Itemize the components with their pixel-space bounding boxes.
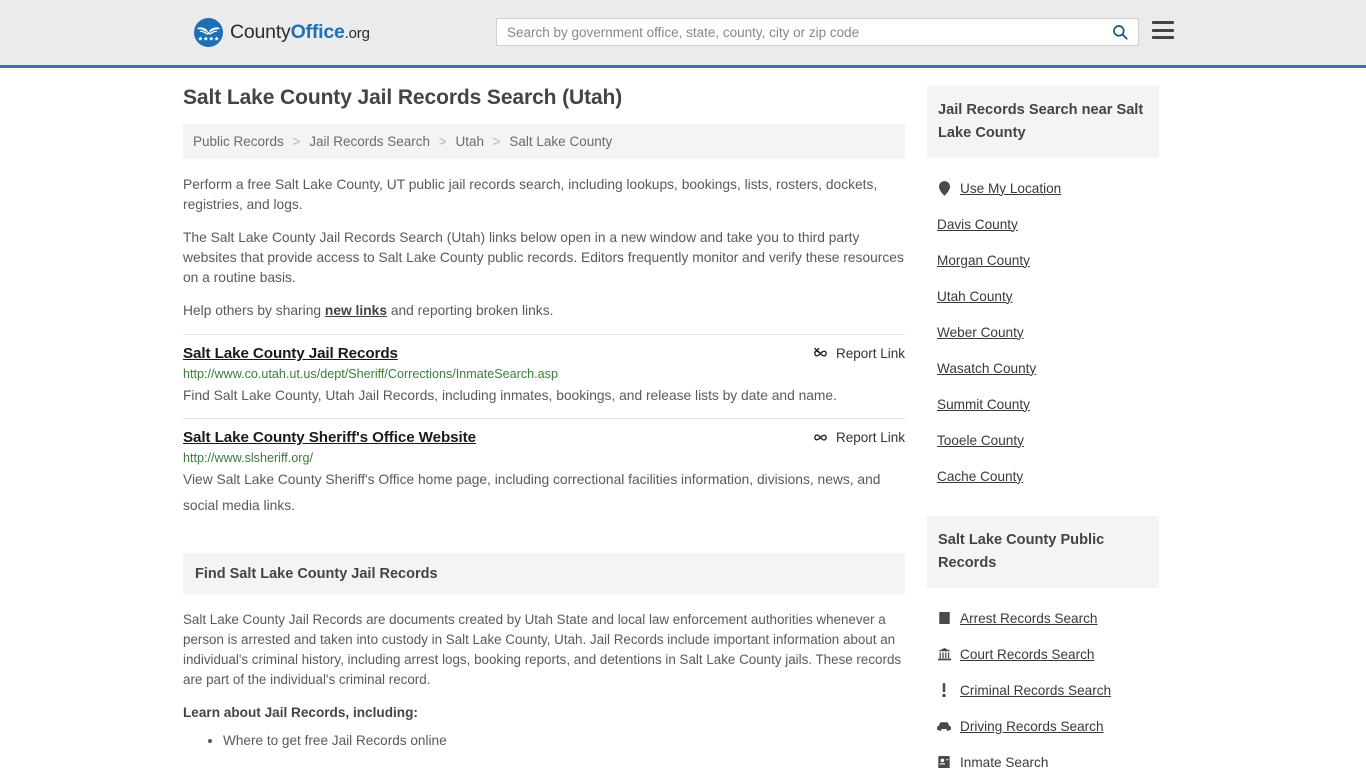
- map-pin-icon: [937, 180, 951, 196]
- search-button[interactable]: [1102, 19, 1138, 45]
- main-content: Salt Lake County Jail Records Search (Ut…: [183, 86, 905, 768]
- sidebar-link-label[interactable]: Davis County: [937, 217, 1018, 232]
- breadcrumb-item-salt-lake-county[interactable]: Salt Lake County: [509, 134, 612, 149]
- result-url: http://www.co.utah.ut.us/dept/Sheriff/Co…: [183, 367, 558, 381]
- sidebar-item-davis-county[interactable]: Davis County: [927, 206, 1159, 242]
- id-card-icon: [937, 755, 951, 768]
- search-input[interactable]: [497, 19, 1102, 45]
- broken-link-icon: [814, 347, 827, 357]
- sidebar-link-label[interactable]: Utah County: [937, 289, 1013, 304]
- report-link-button[interactable]: Report Link: [813, 345, 905, 361]
- sidebar-item-cache-county[interactable]: Cache County: [927, 458, 1159, 494]
- sidebar-link-label[interactable]: Driving Records Search: [960, 719, 1104, 734]
- result-title-link[interactable]: Salt Lake County Jail Records: [183, 345, 398, 362]
- sidebar-near-heading: Jail Records Search near Salt Lake Count…: [927, 86, 1159, 158]
- sidebar-item-morgan-county[interactable]: Morgan County: [927, 242, 1159, 278]
- report-link-button[interactable]: Report Link: [813, 429, 905, 445]
- find-records-section-body: Salt Lake County Jail Records are docume…: [183, 595, 905, 751]
- logo-text-org: .org: [344, 25, 370, 42]
- courthouse-icon: [937, 647, 951, 661]
- sidebar-link-label[interactable]: Court Records Search: [960, 647, 1094, 662]
- search-icon: [1113, 25, 1128, 40]
- hamburger-bar: [1152, 21, 1174, 24]
- learn-about-list: Where to get free Jail Records online: [183, 730, 905, 751]
- page-body: Salt Lake County Jail Records Search (Ut…: [0, 68, 1366, 768]
- share-prefix: Help others by sharing: [183, 303, 325, 318]
- sidebar-link-label[interactable]: Arrest Records Search: [960, 611, 1098, 626]
- sidebar-link-label[interactable]: Cache County: [937, 469, 1023, 484]
- breadcrumb: Public Records > Jail Records Search > U…: [183, 124, 905, 159]
- sidebar-link-label[interactable]: Weber County: [937, 325, 1024, 340]
- site-header: CountyOffice.org: [0, 0, 1366, 68]
- sidebar-near-links: Use My Location Davis County Morgan Coun…: [927, 158, 1159, 494]
- learn-about-heading: Learn about Jail Records, including:: [183, 705, 418, 720]
- broken-link-icon: [814, 434, 827, 441]
- report-link-label: Report Link: [835, 430, 905, 445]
- car-icon: [937, 721, 951, 732]
- sidebar-link-label[interactable]: Wasatch County: [937, 361, 1036, 376]
- page-title: Salt Lake County Jail Records Search (Ut…: [183, 86, 623, 109]
- sidebar-link-label[interactable]: Criminal Records Search: [960, 683, 1111, 698]
- result-item: Salt Lake County Sheriff's Office Websit…: [183, 418, 905, 519]
- logo-text-county: County: [230, 21, 291, 43]
- share-paragraph: Help others by sharing new links and rep…: [183, 301, 905, 321]
- breadcrumb-item-jail-records-search[interactable]: Jail Records Search: [309, 134, 430, 149]
- sidebar-link-label[interactable]: Use My Location: [960, 181, 1061, 196]
- sidebar-item-court-records-search[interactable]: Court Records Search: [927, 636, 1159, 672]
- find-records-section-heading: Find Salt Lake County Jail Records: [183, 553, 905, 595]
- breadcrumb-item-public-records[interactable]: Public Records: [193, 134, 284, 149]
- breadcrumb-separator: >: [492, 134, 501, 149]
- find-records-paragraph: Salt Lake County Jail Records are docume…: [183, 612, 902, 687]
- sidebar-item-summit-county[interactable]: Summit County: [927, 386, 1159, 422]
- sidebar-item-inmate-search[interactable]: Inmate Search: [927, 744, 1159, 768]
- sidebar-link-label[interactable]: Inmate Search: [960, 755, 1048, 768]
- logo-text-office: Office: [290, 21, 345, 43]
- site-logo[interactable]: CountyOffice.org: [194, 18, 370, 47]
- hamburger-bar: [1152, 28, 1174, 32]
- second-paragraph: The Salt Lake County Jail Records Search…: [183, 230, 904, 285]
- breadcrumb-separator: >: [292, 134, 301, 149]
- report-link-label: Report Link: [835, 346, 905, 361]
- sidebar: Jail Records Search near Salt Lake Count…: [927, 86, 1159, 768]
- sidebar-item-criminal-records-search[interactable]: Criminal Records Search: [927, 672, 1159, 708]
- list-item: Where to get free Jail Records online: [223, 730, 905, 751]
- sidebar-item-arrest-records-search[interactable]: Arrest Records Search: [927, 600, 1159, 636]
- sidebar-link-label[interactable]: Tooele County: [937, 433, 1024, 448]
- result-url: http://www.slsheriff.org/: [183, 451, 313, 465]
- breadcrumb-item-utah[interactable]: Utah: [455, 134, 484, 149]
- sidebar-link-label[interactable]: Morgan County: [937, 253, 1030, 268]
- logo-text: CountyOffice.org: [230, 21, 370, 44]
- intro-paragraph: Perform a free Salt Lake County, UT publ…: [183, 177, 878, 212]
- result-description: View Salt Lake County Sheriff's Office h…: [183, 472, 881, 513]
- book-icon: [937, 612, 951, 624]
- exclamation-icon: [937, 683, 951, 697]
- sidebar-item-use-my-location[interactable]: Use My Location: [927, 170, 1159, 206]
- result-header: Salt Lake County Sheriff's Office Websit…: [183, 429, 905, 446]
- sidebar-records-links: Arrest Records Search Court Records Sear…: [927, 588, 1159, 768]
- sidebar-records-heading: Salt Lake County Public Records: [927, 516, 1159, 588]
- result-description: Find Salt Lake County, Utah Jail Records…: [183, 388, 837, 403]
- hamburger-menu-icon[interactable]: [1152, 21, 1174, 39]
- share-suffix: and reporting broken links.: [387, 303, 554, 318]
- new-links-link[interactable]: new links: [325, 303, 387, 318]
- sidebar-item-weber-county[interactable]: Weber County: [927, 314, 1159, 350]
- breadcrumb-separator: >: [438, 134, 447, 149]
- result-item: Salt Lake County Jail Records Report Lin…: [183, 334, 905, 409]
- sidebar-item-driving-records-search[interactable]: Driving Records Search: [927, 708, 1159, 744]
- search-bar: [496, 18, 1139, 46]
- sidebar-item-wasatch-county[interactable]: Wasatch County: [927, 350, 1159, 386]
- hamburger-bar: [1152, 36, 1174, 39]
- sidebar-item-utah-county[interactable]: Utah County: [927, 278, 1159, 314]
- sidebar-item-tooele-county[interactable]: Tooele County: [927, 422, 1159, 458]
- result-title-link[interactable]: Salt Lake County Sheriff's Office Websit…: [183, 429, 476, 446]
- eagle-seal-icon: [194, 18, 223, 47]
- sidebar-link-label[interactable]: Summit County: [937, 397, 1030, 412]
- result-header: Salt Lake County Jail Records Report Lin…: [183, 345, 905, 362]
